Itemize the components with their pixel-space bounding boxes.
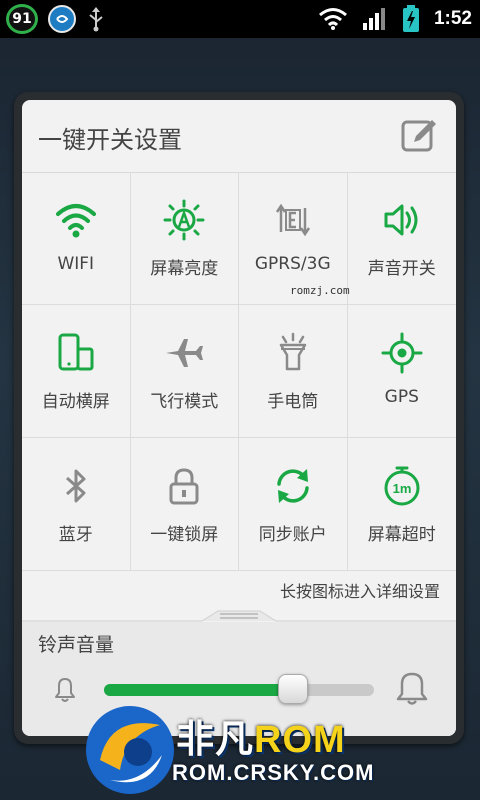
toggle-label: 声音开关 (367, 259, 436, 279)
toggle-label: 自动横屏 (41, 392, 110, 412)
toggle-label: 同步账户 (258, 525, 327, 545)
toggle-label: 蓝牙 (58, 525, 93, 545)
toggle-label: 手电筒 (267, 392, 319, 412)
toggle-bluetooth[interactable]: 蓝牙 (22, 438, 131, 570)
sync-icon (277, 469, 309, 503)
flashlight-icon (279, 332, 306, 371)
panel-header: 一键开关设置 (22, 100, 456, 173)
watermark: romzj.com (290, 284, 350, 297)
toggle-label: 屏幕亮度 (150, 259, 219, 279)
hint-row: 长按图标进入详细设置 (22, 570, 456, 610)
toggle-row: WIFI 屏幕亮度 GPRS/3G 声音开关 (22, 172, 456, 305)
logo-brand-cn: 非凡 (176, 719, 255, 761)
toggle-wifi[interactable]: WIFI (22, 172, 131, 304)
logo-swirl-icon (86, 706, 174, 794)
swirl-app-icon (48, 5, 76, 33)
toggle-row: 自动横屏 飞行模式 手电筒 GPS (22, 305, 456, 438)
battery-charging-icon (402, 5, 419, 32)
91-badge-icon: 91 (6, 4, 38, 34)
toggle-screen-timeout[interactable]: 1m 屏幕超时 (348, 438, 457, 570)
volume-slider-fill (104, 684, 293, 696)
lock-icon (169, 468, 199, 505)
status-bar: 91 1:52 (0, 0, 480, 38)
brightness-auto-icon (163, 199, 205, 241)
toggle-flashlight[interactable]: 手电筒 (239, 305, 348, 437)
badge-count: 91 (12, 11, 32, 27)
logo-brand: 非凡ROM (176, 708, 346, 763)
hint-text: 长按图标进入详细设置 (279, 582, 440, 601)
signal-icon (362, 8, 385, 30)
toggle-sound[interactable]: 声音开关 (348, 172, 457, 304)
logo-url: ROM.CRSKY.COM (172, 760, 375, 785)
toggle-row: 蓝牙 一键锁屏 同步账户 1m 屏幕超时 (22, 438, 456, 571)
quick-settings-panel: 一键开关设置 WIFI 屏幕亮度 GPRS/3G 声音开关 自动横屏 飞行模式 … (14, 92, 464, 744)
wifi-icon (319, 8, 347, 30)
logo-brand-rom: ROM (254, 719, 346, 761)
toggle-label: GPS (384, 387, 419, 407)
toggle-label: 屏幕超时 (367, 525, 436, 545)
toggle-sync[interactable]: 同步账户 (239, 438, 348, 570)
bell-min-icon[interactable] (50, 674, 80, 704)
status-clock: 1:52 (433, 8, 472, 29)
toggle-label: 飞行模式 (150, 392, 219, 412)
edit-icon[interactable] (400, 116, 440, 156)
toggle-airplane[interactable]: 飞行模式 (131, 305, 239, 437)
toggle-lock[interactable]: 一键锁屏 (131, 438, 239, 570)
gps-icon (381, 332, 423, 374)
data-transfer-icon (275, 203, 310, 237)
toggle-grid: WIFI 屏幕亮度 GPRS/3G 声音开关 自动横屏 飞行模式 手电筒 GPS… (22, 172, 456, 571)
wifi-icon (55, 204, 96, 238)
toggle-label: GPRS/3G (254, 254, 331, 274)
toggle-label: WIFI (57, 254, 95, 274)
speaker-icon (384, 204, 418, 236)
usb-icon (89, 7, 103, 32)
airplane-icon (166, 339, 204, 367)
crsky-logo: 非凡ROM ROM.CRSKY.COM (80, 700, 410, 800)
timeout-value: 1m (392, 481, 411, 496)
volume-title: 铃声音量 (38, 634, 115, 656)
bluetooth-icon (65, 469, 86, 503)
screen-timeout-icon: 1m (384, 466, 420, 506)
panel-title: 一键开关设置 (38, 126, 182, 154)
toggle-gps[interactable]: GPS (348, 305, 457, 437)
toggle-auto-rotate[interactable]: 自动横屏 (22, 305, 131, 437)
volume-slider[interactable] (104, 674, 374, 704)
drag-handle[interactable] (22, 610, 456, 622)
toggle-brightness[interactable]: 屏幕亮度 (131, 172, 239, 304)
auto-rotate-icon (58, 333, 94, 371)
panel-body: 一键开关设置 WIFI 屏幕亮度 GPRS/3G 声音开关 自动横屏 飞行模式 … (22, 100, 456, 736)
toggle-label: 一键锁屏 (150, 525, 219, 545)
